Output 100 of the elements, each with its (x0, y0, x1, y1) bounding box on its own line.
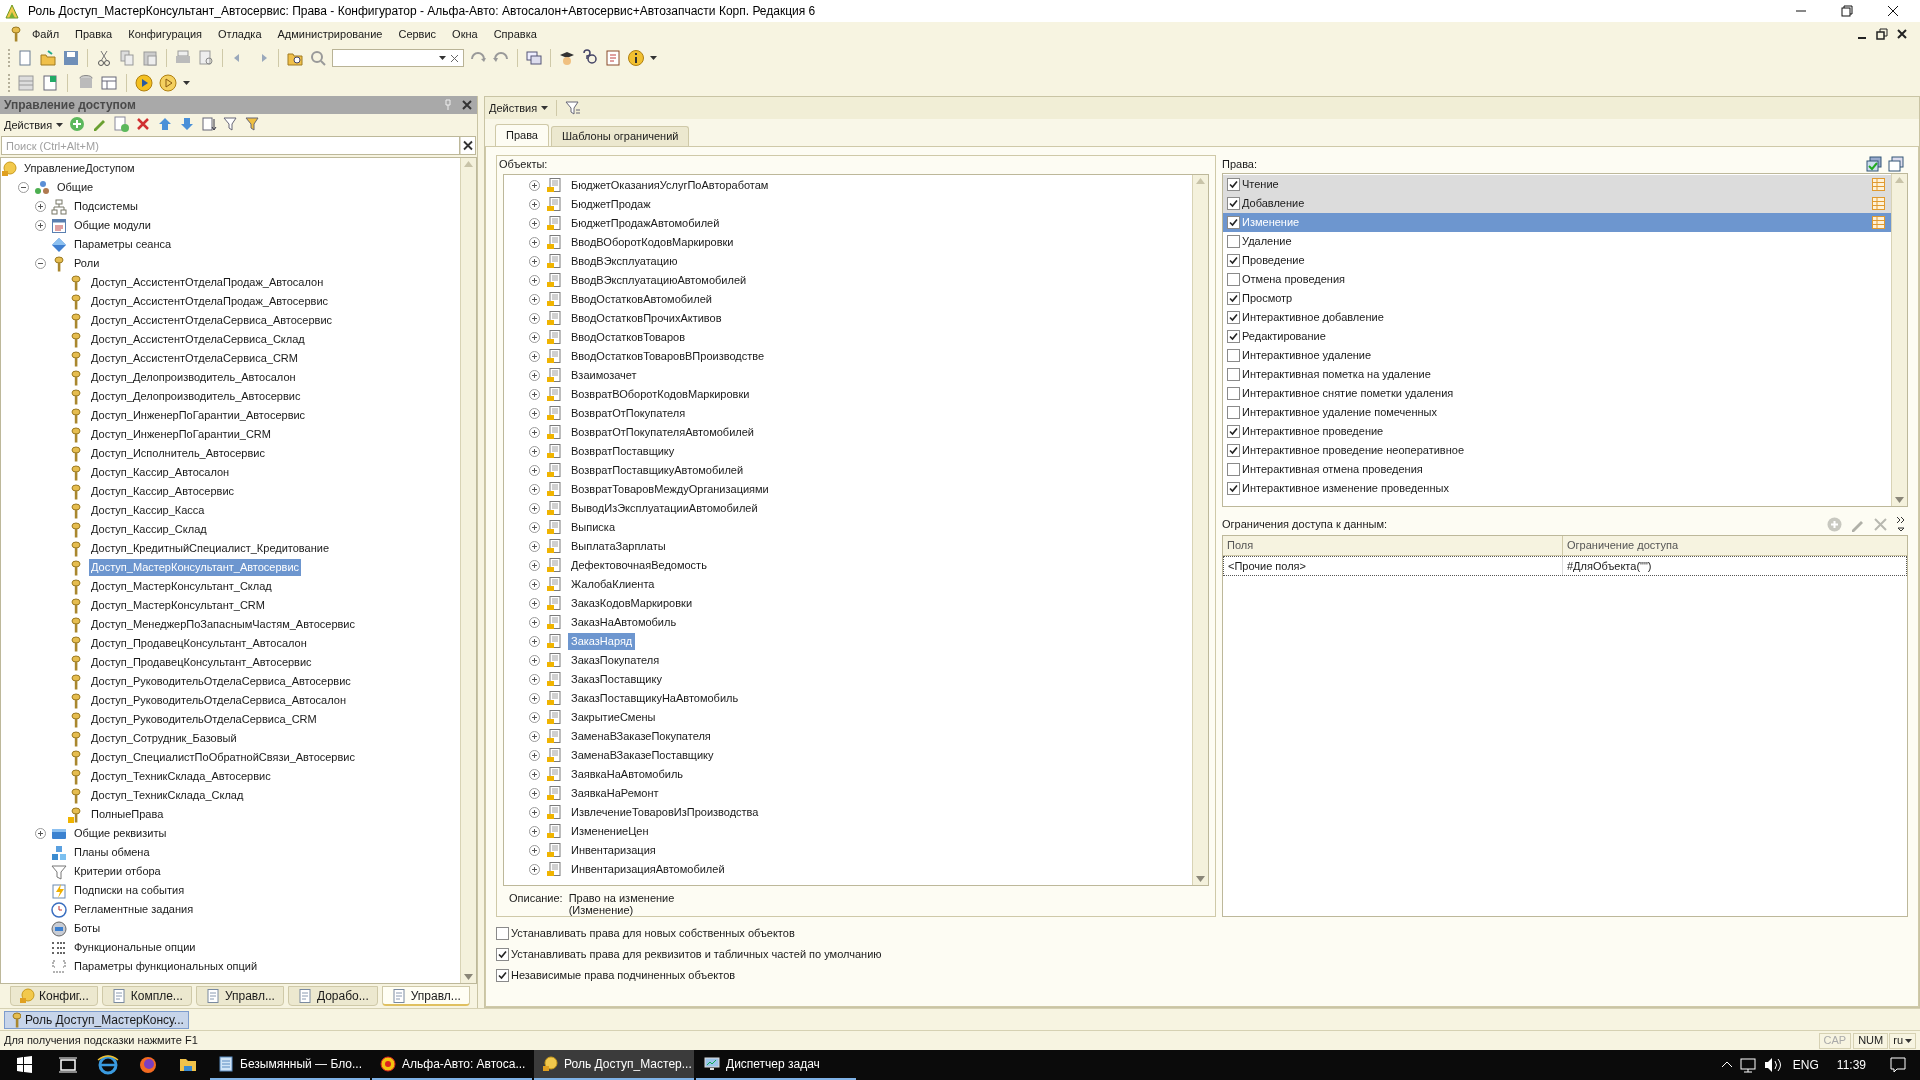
taskbar-button[interactable]: Альфа-Авто: Автоса... (372, 1050, 532, 1080)
list-item[interactable]: ИзменениеЦен (568, 823, 652, 840)
expand-icon[interactable] (529, 692, 540, 704)
menu-item[interactable]: Окна (446, 23, 484, 45)
checkbox[interactable] (1227, 254, 1240, 267)
list-item[interactable]: ЗаявкаНаАвтомобиль (568, 766, 687, 783)
rights-row[interactable]: Интерактивное проведение неоперативное (1223, 441, 1891, 460)
checkbox[interactable] (1227, 292, 1240, 305)
checkbox[interactable] (496, 926, 509, 940)
tree-item[interactable]: Доступ_ТехникСклада_Автосервис (89, 768, 273, 785)
expand-icon[interactable] (529, 293, 540, 305)
scissors-icon[interactable] (95, 49, 113, 67)
scrollbar[interactable] (1192, 174, 1208, 885)
checkbox[interactable] (1227, 368, 1240, 381)
menu-item[interactable]: Отладка (212, 23, 268, 45)
save-icon[interactable] (62, 49, 80, 67)
tree-item[interactable]: Подписки на события (72, 882, 187, 899)
tree-item[interactable]: Доступ_ПродавецКонсультант_Автосервис (89, 654, 314, 671)
rights-row[interactable]: Редактирование (1223, 327, 1891, 346)
list-item[interactable]: ВводВЭксплуатациюАвтомобилей (568, 272, 750, 289)
scrollbar[interactable] (460, 158, 476, 983)
search-icon[interactable] (309, 49, 327, 67)
expand-icon[interactable] (529, 787, 540, 799)
checkbox[interactable] (1227, 197, 1240, 210)
filter-icon[interactable] (565, 100, 582, 116)
column-header[interactable]: Поля (1223, 536, 1563, 555)
checkbox[interactable] (1227, 482, 1240, 495)
search-combo-field[interactable] (332, 49, 464, 67)
expand-icon[interactable] (529, 255, 540, 267)
tree-item[interactable]: Боты (72, 920, 103, 937)
expand-icon[interactable] (529, 863, 540, 875)
checkbox[interactable] (1227, 349, 1240, 362)
tree-item[interactable]: Доступ_ИнженерПоГарантии_CRM (89, 426, 273, 443)
rights-row[interactable]: Добавление (1223, 194, 1891, 213)
list-item[interactable]: ВозвратПоставщикуАвтомобилей (568, 462, 747, 479)
rights-row[interactable]: Чтение (1223, 175, 1891, 194)
tree-item[interactable]: Доступ_ТехникСклада_Склад (89, 787, 246, 804)
actions-button[interactable]: Действия (489, 99, 549, 117)
close-icon[interactable] (1896, 28, 1908, 40)
panel-tab[interactable]: Управл... (195, 986, 284, 1006)
list-item[interactable]: Инвентаризация (568, 842, 659, 859)
checkbox[interactable] (1227, 330, 1240, 343)
sort-icon[interactable] (201, 116, 218, 134)
tree-item[interactable]: Роли (72, 255, 102, 272)
tree-item[interactable]: Доступ_МастерКонсультант_CRM (89, 597, 267, 614)
tree-item[interactable]: Доступ_Кассир_Автосалон (89, 464, 232, 481)
expand-icon[interactable] (529, 179, 540, 191)
tree-item[interactable]: Подсистемы (72, 198, 140, 215)
list-item[interactable]: БюджетОказанияУслугПоАвтоработам (568, 177, 772, 194)
tree-item[interactable]: ПолныеПрава (89, 806, 166, 823)
filter-clear-icon[interactable] (245, 116, 262, 134)
expand-icon[interactable] (529, 274, 540, 286)
rights-row[interactable]: Проведение (1223, 251, 1891, 270)
list-item[interactable]: ВводОстатковПрочихАктивов (568, 310, 725, 327)
tree-item[interactable]: Доступ_Сотрудник_Базовый (89, 730, 239, 747)
checkbox[interactable] (496, 968, 509, 982)
clock[interactable]: 11:39 (1826, 1056, 1876, 1074)
expand-icon[interactable] (529, 825, 540, 837)
list-item[interactable]: ВозвратПоставщику (568, 443, 678, 460)
expand-icon[interactable] (529, 350, 540, 362)
expand-icon[interactable] (529, 540, 540, 552)
expand-icon[interactable] (529, 730, 540, 742)
menu-item[interactable]: Справка (487, 23, 543, 45)
checkbox[interactable] (1227, 273, 1240, 286)
tree-item[interactable]: УправлениеДоступом (22, 160, 137, 177)
expand-icon[interactable] (529, 635, 540, 647)
column-header[interactable]: Ограничение доступа (1563, 536, 1907, 555)
expand-icon[interactable] (529, 806, 540, 818)
list-item[interactable]: БюджетПродажАвтомобилей (568, 215, 723, 232)
list-item[interactable]: ДефектовочнаяВедомость (568, 557, 710, 574)
list-item[interactable]: ЗакрытиеСмены (568, 709, 659, 726)
list-item[interactable]: ВозвратТоваровМеждуОрганизациями (568, 481, 772, 498)
checkbox[interactable] (1227, 425, 1240, 438)
menu-item[interactable]: Файл (26, 23, 66, 45)
list-item[interactable]: ЗаявкаНаРемонт (568, 785, 662, 802)
input-language[interactable]: ENG (1784, 1056, 1827, 1074)
tree-item[interactable]: Доступ_РуководительОтделаСервиса_CRM (89, 711, 319, 728)
window-tab[interactable]: Роль Доступ_МастерКонсу... (4, 1010, 189, 1029)
scroll-down-icon[interactable] (1895, 497, 1904, 503)
tree-item[interactable]: Планы обмена (72, 844, 152, 861)
list-item[interactable]: ЗаменаВЗаказеПокупателя (568, 728, 714, 745)
list-item[interactable]: ЗаменаВЗаказеПоставщику (568, 747, 717, 764)
rights-row[interactable]: Просмотр (1223, 289, 1891, 308)
expand-icon[interactable] (529, 616, 540, 628)
expand-icon[interactable] (35, 220, 46, 231)
panel-tab[interactable]: Управл... (381, 986, 470, 1006)
expand-icon[interactable] (529, 407, 540, 419)
actions-button[interactable]: Действия (4, 116, 64, 134)
tree-item[interactable]: Доступ_Исполнитель_Автосервис (89, 445, 267, 462)
list-item[interactable]: ЗаказПоставщикуНаАвтомобиль (568, 690, 742, 707)
rights-row[interactable]: Интерактивное снятие пометки удаления (1223, 384, 1891, 403)
expand-icon[interactable] (529, 369, 540, 381)
list-item[interactable]: БюджетПродаж (568, 196, 654, 213)
tree-item[interactable]: Доступ_РуководительОтделаСервиса_Автосервис (89, 673, 353, 690)
tree-item[interactable]: Доступ_Кассир_Склад (89, 521, 209, 538)
tree-item[interactable]: Доступ_Кассир_Автосервис (89, 483, 237, 500)
tree-item[interactable]: Общие (55, 179, 96, 196)
windows-icon[interactable] (525, 49, 543, 67)
expand-icon[interactable] (529, 559, 540, 571)
list-item[interactable]: ЗаказПокупателя (568, 652, 663, 669)
